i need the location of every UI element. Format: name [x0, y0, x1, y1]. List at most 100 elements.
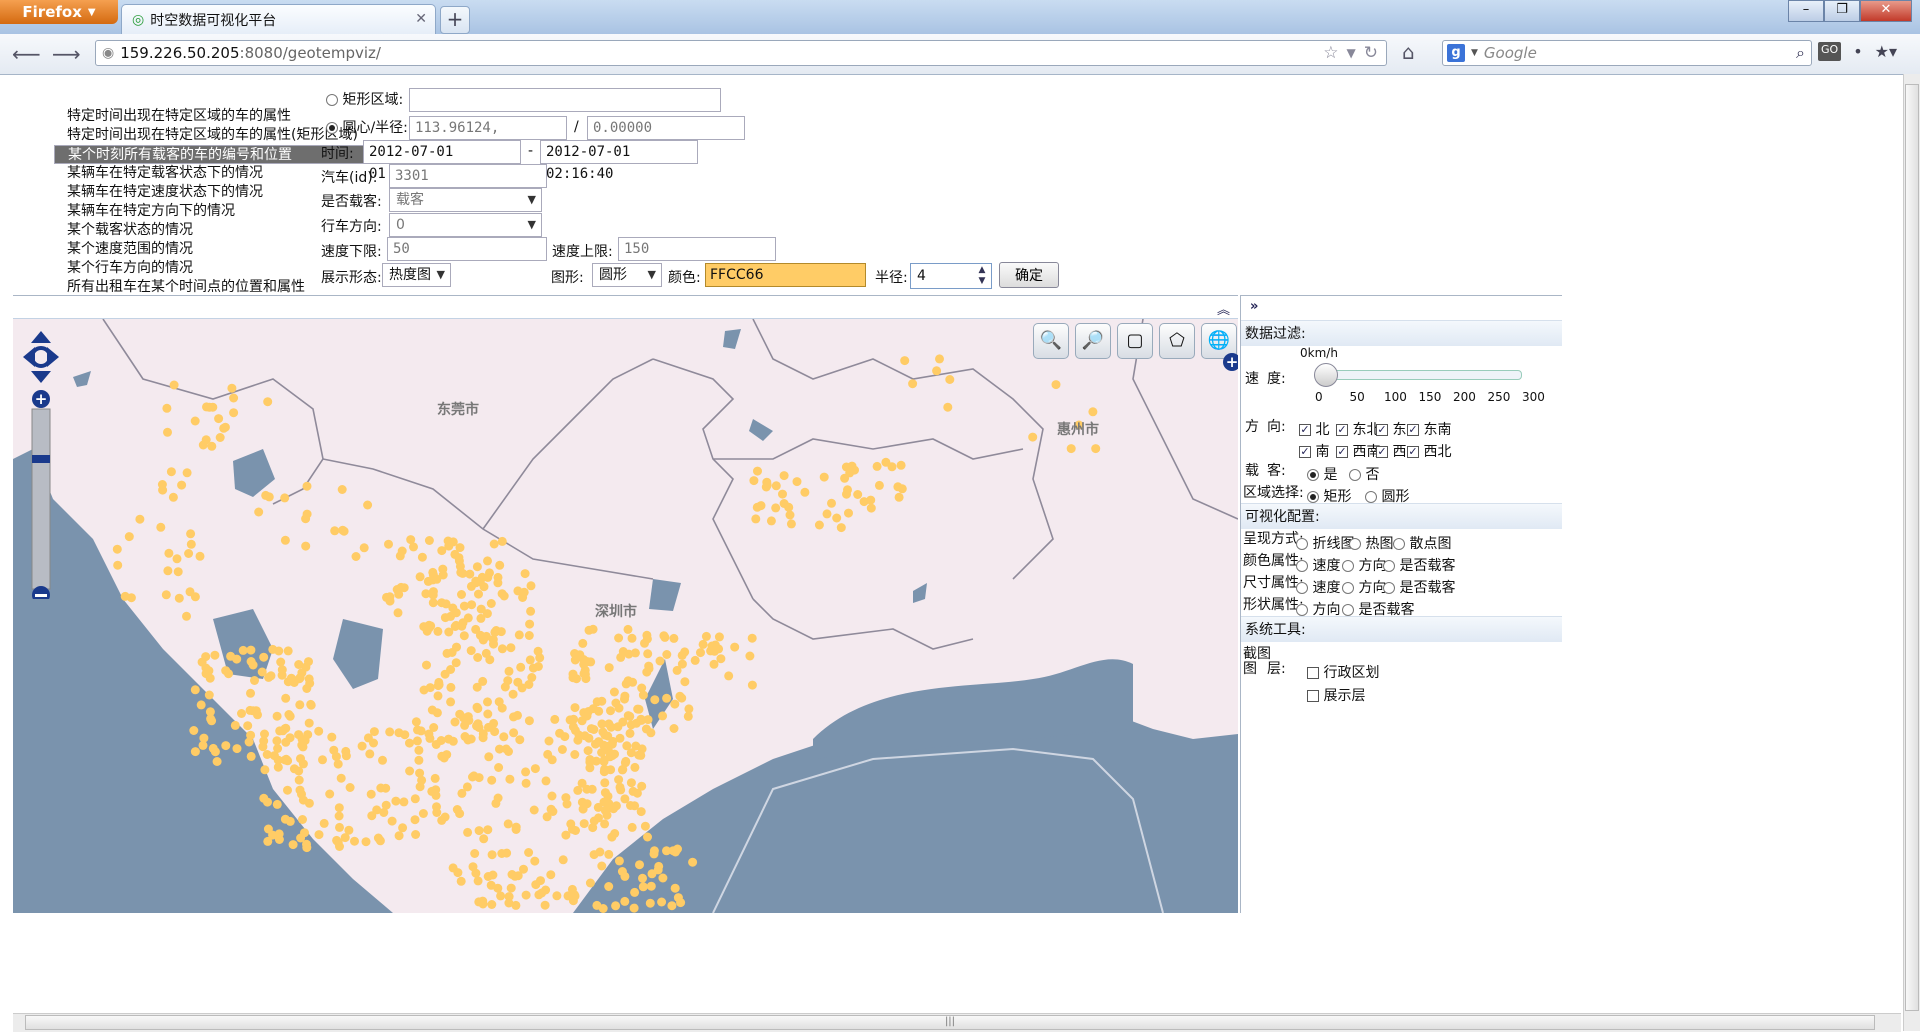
loaded-no-radio[interactable] — [1349, 469, 1361, 481]
size-attr-1-option[interactable]: 方向 — [1342, 577, 1386, 597]
size-attr-2-option[interactable]: 是否载客 — [1383, 577, 1455, 597]
search-bar[interactable]: g ▼ Google ⌕ — [1442, 40, 1812, 66]
present-2-option[interactable]: 散点图 — [1393, 533, 1451, 553]
layer-admin-option[interactable]: 行政区划 — [1307, 662, 1379, 682]
direction-4-checkbox[interactable]: ✓ — [1299, 446, 1311, 458]
direction-2-checkbox[interactable]: ✓ — [1376, 424, 1388, 436]
horizontal-scrollbar[interactable]: ||| — [13, 1013, 1901, 1032]
direction-0-checkbox[interactable]: ✓ — [1299, 424, 1311, 436]
speed-slider-knob[interactable] — [1314, 363, 1338, 387]
layer-display-checkbox[interactable] — [1307, 690, 1319, 702]
color-attr-0-radio[interactable] — [1296, 560, 1308, 572]
color-attr-0-option[interactable]: 速度 — [1296, 555, 1340, 575]
direction-1-option[interactable]: ✓ 东北 — [1336, 419, 1380, 439]
url-bar[interactable]: ◉ 159.226.50.205:8080/geotempviz/ ☆ ▼ ↻ — [95, 40, 1387, 66]
direction-select[interactable]: 0 ▼ — [389, 213, 542, 237]
box-select-tool-icon[interactable]: ▢ — [1117, 323, 1153, 359]
collapse-right-icon[interactable]: » — [1250, 299, 1258, 314]
present-0-radio[interactable] — [1296, 538, 1308, 550]
time-end-input[interactable]: 2012-07-01 02:16:40 — [540, 140, 698, 182]
maximize-icon[interactable]: ❐ — [1824, 0, 1860, 22]
size-attr-0-option[interactable]: 速度 — [1296, 577, 1340, 597]
shape-attr-0-radio[interactable] — [1296, 604, 1308, 616]
minimize-icon[interactable]: – — [1788, 0, 1824, 22]
apply-confirm-button[interactable]: 确定 — [999, 262, 1059, 288]
new-tab-button[interactable]: + — [440, 6, 470, 34]
back-arrow-icon[interactable]: ⟵ — [12, 42, 41, 66]
home-icon[interactable]: ⌂ — [1402, 40, 1415, 64]
direction-6-checkbox[interactable]: ✓ — [1376, 446, 1388, 458]
loaded-yes-option[interactable]: 是 — [1307, 464, 1337, 484]
direction-6-option[interactable]: ✓ 西 — [1376, 441, 1406, 461]
circle-center-input[interactable]: 113.96124, 22.54312 — [409, 116, 567, 158]
polygon-select-tool-icon[interactable]: ⬠ — [1159, 323, 1195, 359]
present-2-radio[interactable] — [1393, 538, 1405, 550]
shape-select[interactable]: 圆形 ▼ — [592, 263, 662, 287]
region-rect-radio[interactable] — [1307, 491, 1319, 503]
engine-dropdown-icon[interactable]: ▼ — [1471, 48, 1478, 58]
direction-1-checkbox[interactable]: ✓ — [1336, 424, 1348, 436]
vertical-scroll-thumb[interactable] — [1905, 84, 1919, 1011]
menu-dot-icon[interactable]: • — [1853, 42, 1862, 61]
spinner-down-icon[interactable]: ▼ — [975, 276, 989, 287]
loaded-select[interactable]: 载客 ▼ — [389, 188, 542, 212]
zoom-out-tool-icon[interactable]: 🔎 — [1075, 323, 1111, 359]
tab-active[interactable]: ◎ 时空数据可视化平台 ✕ — [121, 4, 436, 34]
layer-switcher-plus-icon[interactable]: + — [1223, 353, 1238, 371]
radius-spinner[interactable]: 4 ▲ ▼ — [910, 263, 992, 289]
color-attr-1-radio[interactable] — [1342, 560, 1354, 572]
color-input[interactable]: FFCC66 — [705, 263, 866, 287]
layer-display-option[interactable]: 展示层 — [1307, 685, 1365, 705]
rect-input[interactable] — [409, 88, 721, 112]
rect-region-radio[interactable] — [326, 94, 338, 106]
direction-0-option[interactable]: ✓ 北 — [1299, 419, 1329, 439]
site-identity-icon[interactable]: ◉ — [102, 45, 114, 61]
car-id-input[interactable]: 3301 — [389, 164, 547, 188]
shape-attr-0-option[interactable]: 方向 — [1296, 599, 1340, 619]
direction-7-option[interactable]: ✓ 西北 — [1407, 441, 1451, 461]
loaded-no-option[interactable]: 否 — [1349, 464, 1379, 484]
search-icon[interactable]: ⌕ — [1796, 43, 1805, 63]
horizontal-scroll-thumb[interactable]: ||| — [25, 1015, 1875, 1030]
direction-3-checkbox[interactable]: ✓ — [1407, 424, 1419, 436]
direction-7-checkbox[interactable]: ✓ — [1407, 446, 1419, 458]
direction-5-checkbox[interactable]: ✓ — [1336, 446, 1348, 458]
speed-slider[interactable] — [1314, 363, 1522, 387]
direction-5-option[interactable]: ✓ 西南 — [1336, 441, 1380, 461]
circle-region-radio[interactable] — [326, 122, 338, 134]
reload-icon[interactable]: ↻ — [1364, 43, 1378, 63]
vertical-scrollbar[interactable] — [1903, 74, 1920, 1031]
speed-min-input[interactable]: 50 — [387, 237, 547, 261]
direction-3-option[interactable]: ✓ 东南 — [1407, 419, 1451, 439]
map-canvas[interactable]: + 🔍 🔎 ▢ ⬠ 🌐 ✋ + 东莞市 惠州市 深圳市 — [13, 319, 1238, 913]
size-attr-0-radio[interactable] — [1296, 582, 1308, 594]
speed-max-input[interactable]: 150 — [618, 237, 776, 261]
spinner-up-icon[interactable]: ▲ — [975, 265, 989, 276]
bookmark-star-icon[interactable]: ☆ — [1323, 43, 1338, 63]
layer-admin-checkbox[interactable] — [1307, 667, 1319, 679]
collapse-up-icon[interactable]: ︽ — [1217, 299, 1230, 318]
shape-attr-1-radio[interactable] — [1342, 604, 1354, 616]
forward-arrow-icon[interactable]: ⟶ — [52, 42, 81, 66]
size-attr-2-radio[interactable] — [1383, 582, 1395, 594]
dropdown-arrow-icon[interactable]: ▼ — [1347, 43, 1356, 63]
circle-radius-input[interactable]: 0.00000 — [587, 116, 745, 140]
present-1-option[interactable]: 热图 — [1349, 533, 1393, 553]
present-0-option[interactable]: 折线图 — [1296, 533, 1354, 553]
size-attr-1-radio[interactable] — [1342, 582, 1354, 594]
direction-2-option[interactable]: ✓ 东 — [1376, 419, 1406, 439]
color-attr-2-option[interactable]: 是否载客 — [1383, 555, 1455, 575]
shape-attr-1-option[interactable]: 是否载客 — [1342, 599, 1414, 619]
zoom-in-tool-icon[interactable]: 🔍 — [1033, 323, 1069, 359]
firefox-menu-button[interactable]: Firefox ▼ — [0, 0, 118, 24]
display-select[interactable]: 热度图 ▼ — [382, 263, 451, 287]
time-start-input[interactable]: 2012-07-01 01:16:40 — [363, 140, 521, 182]
close-tab-icon[interactable]: ✕ — [415, 11, 427, 27]
loaded-yes-radio[interactable] — [1307, 469, 1319, 481]
addon-go-icon[interactable]: GO — [1818, 42, 1842, 61]
close-window-icon[interactable]: ✕ — [1860, 0, 1912, 22]
bookmarks-menu-icon[interactable]: ★▾ — [1875, 42, 1897, 61]
google-engine-icon[interactable]: g — [1447, 44, 1465, 62]
direction-4-option[interactable]: ✓ 南 — [1299, 441, 1329, 461]
region-circle-radio[interactable] — [1365, 491, 1377, 503]
